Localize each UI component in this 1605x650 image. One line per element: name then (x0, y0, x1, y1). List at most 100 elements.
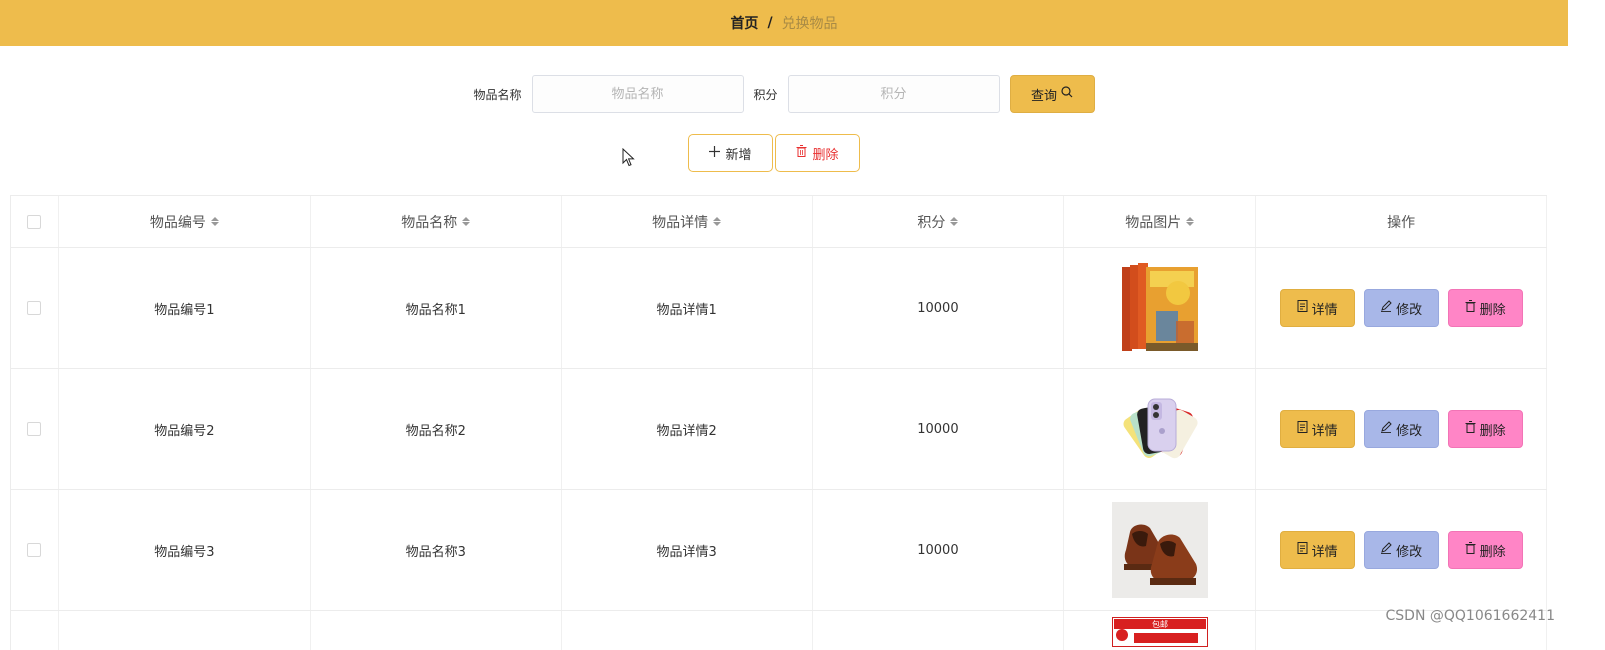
select-all-cell (11, 196, 59, 247)
edit-button-label: 修改 (1396, 544, 1423, 560)
row-checkbox[interactable] (27, 543, 42, 557)
remove-button-label: 删除 (1479, 423, 1506, 439)
trash-icon (796, 145, 807, 161)
add-button[interactable]: 新增 (688, 134, 773, 172)
query-button-label: 查询 (1031, 88, 1058, 104)
item-image-cell: 包邮 (1064, 611, 1257, 650)
book-image (1112, 260, 1208, 356)
row-actions: 详情 修改 删除 (1256, 369, 1547, 489)
column-label: 物品详情 (652, 214, 709, 231)
column-header-code[interactable]: 物品编号 (59, 196, 311, 247)
query-button[interactable]: 查询 (1009, 75, 1095, 113)
sort-icon[interactable] (210, 217, 219, 226)
item-name: 物品名称3 (311, 490, 562, 610)
item-points: 10000 (813, 490, 1065, 610)
row-checkbox[interactable] (27, 301, 42, 315)
phone-image (1112, 381, 1208, 477)
name-label: 物品名称 (473, 87, 522, 102)
product-image: 包邮 (1111, 611, 1208, 650)
select-all-checkbox[interactable] (27, 214, 42, 229)
edit-button-label: 修改 (1396, 423, 1423, 439)
column-header-detail[interactable]: 物品详情 (562, 196, 813, 247)
edit-button[interactable]: 修改 (1363, 410, 1439, 448)
edit-button-label: 修改 (1396, 302, 1423, 318)
sort-icon[interactable] (713, 217, 722, 226)
trash-icon (1465, 421, 1476, 437)
detail-button[interactable]: 详情 (1279, 289, 1355, 327)
row-select-cell (11, 490, 59, 610)
item-image-cell (1064, 248, 1257, 368)
breadcrumb-current: 兑换物品 (781, 16, 838, 32)
pencil-icon (1380, 421, 1392, 437)
trash-icon (1465, 300, 1476, 316)
name-search-input[interactable] (531, 75, 744, 113)
column-header-image[interactable]: 物品图片 (1064, 196, 1257, 247)
remove-button-label: 删除 (1479, 544, 1506, 560)
table-header: 物品编号 物品名称 物品详情 积分 物品图片 操作 (11, 196, 1547, 248)
detail-button-label: 详情 (1311, 423, 1338, 439)
row-select-cell (11, 369, 59, 489)
row-checkbox[interactable] (27, 422, 42, 436)
item-detail: 物品详情2 (562, 369, 813, 489)
column-label: 操作 (1387, 214, 1416, 231)
sort-icon[interactable] (462, 217, 471, 226)
row-actions: 详情 修改 删除 (1256, 490, 1547, 610)
free-shipping-badge: 包邮 (1152, 619, 1168, 629)
item-code: 物品编号3 (59, 490, 311, 610)
document-icon (1297, 542, 1308, 558)
watermark: CSDN @QQ1061662411 (1385, 608, 1555, 624)
batch-delete-button[interactable]: 删除 (775, 134, 860, 172)
points-label: 积分 (753, 87, 778, 102)
remove-button[interactable]: 删除 (1447, 289, 1523, 327)
item-detail: 物品详情3 (562, 490, 813, 610)
item-code: 物品编号2 (59, 369, 311, 489)
edit-button[interactable]: 修改 (1363, 531, 1439, 569)
detail-button-label: 详情 (1311, 544, 1338, 560)
row-select-cell (11, 248, 59, 368)
column-label: 物品图片 (1125, 214, 1182, 231)
edit-button[interactable]: 修改 (1363, 289, 1439, 327)
remove-button[interactable]: 删除 (1447, 410, 1523, 448)
pencil-icon (1380, 300, 1392, 316)
breadcrumb-bar: 首页 / 兑换物品 (0, 0, 1568, 46)
item-detail: 物品详情1 (562, 248, 813, 368)
item-code: 物品编号1 (59, 248, 311, 368)
table-row: 物品编号2 物品名称2 物品详情2 10000 详情 修改 删除 (11, 369, 1547, 490)
batch-delete-label: 删除 (812, 147, 839, 163)
item-image-cell (1064, 490, 1257, 610)
remove-button[interactable]: 删除 (1447, 531, 1523, 569)
sort-icon[interactable] (1186, 217, 1195, 226)
items-table: 物品编号 物品名称 物品详情 积分 物品图片 操作 物品编号1 物品名称1 物品… (10, 195, 1547, 650)
item-points: 10000 (813, 369, 1065, 489)
document-icon (1297, 421, 1308, 437)
detail-button[interactable]: 详情 (1279, 410, 1355, 448)
search-icon (1061, 86, 1073, 102)
breadcrumb-home[interactable]: 首页 (730, 13, 758, 33)
pencil-icon (1380, 542, 1392, 558)
sort-icon[interactable] (950, 217, 959, 226)
column-label: 物品编号 (149, 214, 206, 231)
plus-icon (709, 145, 721, 161)
item-image-cell (1064, 369, 1257, 489)
column-label: 积分 (917, 214, 946, 231)
item-name: 物品名称1 (311, 248, 562, 368)
table-row: 物品编号1 物品名称1 物品详情1 10000 详情 修改 删除 (11, 248, 1547, 369)
row-select-cell (11, 611, 59, 650)
points-search-input[interactable] (787, 75, 1000, 113)
shoes-image (1111, 502, 1208, 598)
breadcrumb-separator: / (767, 15, 773, 31)
add-button-label: 新增 (725, 147, 752, 163)
item-code (59, 611, 311, 650)
detail-button[interactable]: 详情 (1279, 531, 1355, 569)
column-header-name[interactable]: 物品名称 (311, 196, 562, 247)
item-points: 10000 (813, 248, 1065, 368)
detail-button-label: 详情 (1311, 302, 1338, 318)
item-name (311, 611, 562, 650)
search-form: 物品名称 积分 查询 (0, 75, 1568, 113)
mouse-cursor-icon (622, 147, 635, 171)
batch-actions: 新增 删除 (688, 134, 860, 172)
column-header-points[interactable]: 积分 (813, 196, 1065, 247)
table-row: 包邮 (11, 611, 1547, 650)
row-actions: 详情 修改 删除 (1256, 248, 1547, 368)
trash-icon (1465, 542, 1476, 558)
